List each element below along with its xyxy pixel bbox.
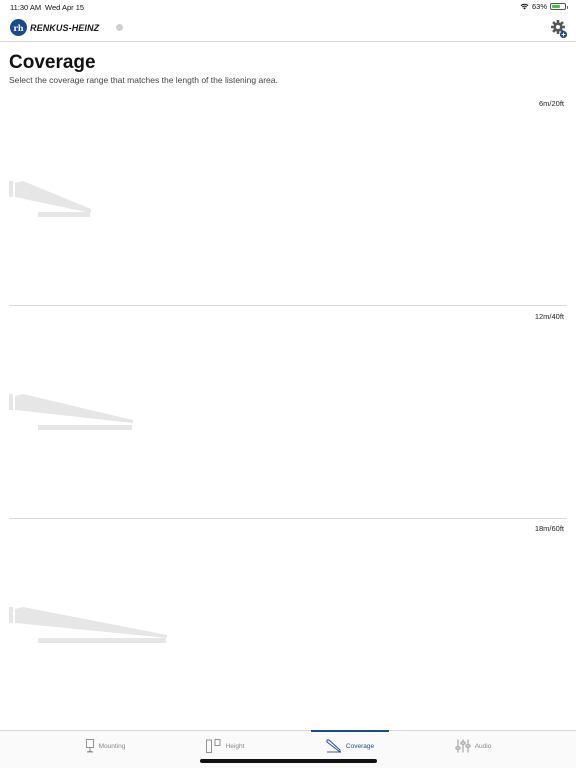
coverage-range-label: 12m/40ft [534, 312, 564, 321]
status-date: Wed Apr 15 [45, 3, 85, 12]
app-header: rh RENKUS-HEINZ [0, 14, 576, 42]
connection-status-dot [116, 24, 123, 31]
settings-gear-icon[interactable] [550, 19, 568, 39]
coverage-option-18m[interactable]: 18m/60ft [9, 524, 567, 730]
status-right: 63% [520, 2, 568, 11]
coverage-screen: 11:30 AM Wed Apr 15 63% rh RENKUS-HEINZ [0, 0, 576, 768]
tab-label: Coverage [345, 742, 375, 750]
audio-sliders-icon [455, 739, 471, 753]
coverage-range-label: 18m/60ft [534, 524, 564, 533]
coverage-beam-icon [9, 394, 133, 430]
tab-coverage[interactable]: Coverage [305, 731, 395, 761]
coverage-option-12m[interactable]: 12m/40ft [9, 312, 567, 519]
height-icon [205, 739, 221, 753]
coverage-beam-icon [9, 607, 167, 643]
tab-height[interactable]: Height [180, 731, 270, 761]
battery-percent: 63% [531, 2, 547, 11]
tab-label: Audio [474, 742, 492, 750]
tab-audio[interactable]: Audio [428, 731, 518, 761]
tab-mounting[interactable]: Mounting [60, 731, 150, 761]
coverage-option-6m[interactable]: 6m/20ft [9, 99, 567, 306]
coverage-icon [326, 739, 341, 753]
page-title: Coverage [9, 52, 96, 73]
logo-text: RENKUS-HEINZ [30, 22, 100, 33]
option-divider [9, 518, 567, 519]
tab-label: Height [225, 742, 245, 750]
brand-logo: rh RENKUS-HEINZ [10, 19, 99, 36]
home-indicator[interactable] [200, 759, 377, 763]
option-divider [9, 305, 567, 306]
coverage-range-label: 6m/20ft [538, 99, 564, 108]
status-bar: 11:30 AM Wed Apr 15 63% [0, 0, 576, 14]
coverage-beam-icon [9, 181, 91, 217]
logo-mark: rh [10, 19, 27, 36]
wifi-icon [520, 3, 529, 10]
tab-label: Mounting [98, 742, 126, 750]
battery-icon [550, 3, 568, 10]
page-subtitle: Select the coverage range that matches t… [9, 75, 278, 85]
mounting-icon [85, 739, 94, 753]
status-time: 11:30 AM [10, 3, 42, 12]
